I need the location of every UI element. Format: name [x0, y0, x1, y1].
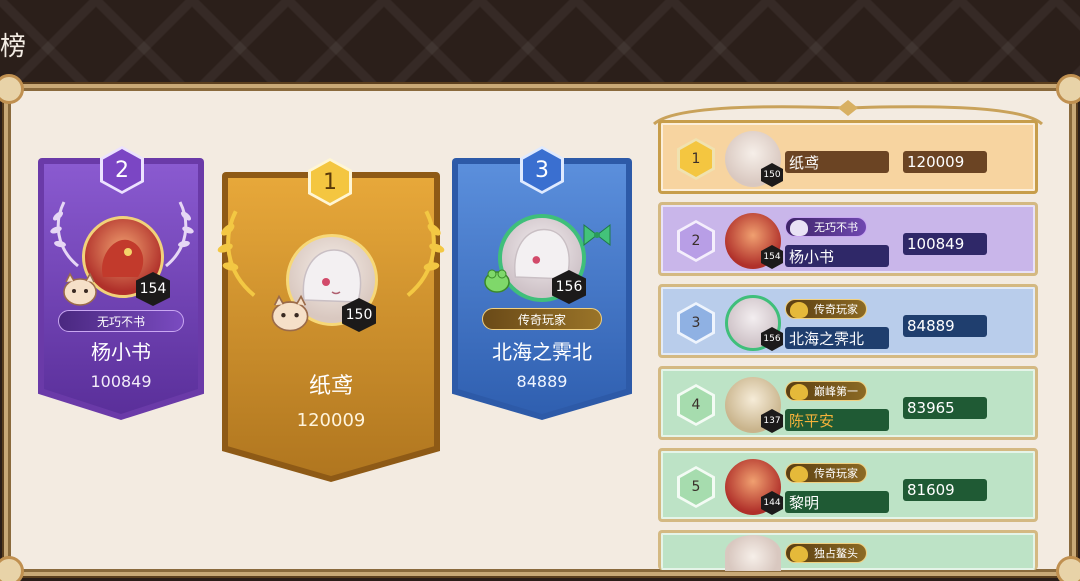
- rank-badge: 2: [677, 220, 715, 262]
- cat-mascot-icon: [63, 272, 97, 306]
- rank-badge: 4: [677, 384, 715, 426]
- green-frog-icon: [484, 269, 510, 293]
- player-score: 81609: [903, 479, 987, 501]
- player-name: 纸鸢: [785, 151, 889, 173]
- rank-number: 1: [311, 161, 349, 203]
- rank-number: 5: [680, 469, 712, 505]
- rank-number: 1: [680, 141, 712, 177]
- title-tag: 传奇玩家: [482, 308, 602, 330]
- list-row-5[interactable]: 5 144 传奇玩家 黎明 81609: [658, 448, 1038, 522]
- rank-badge: 1: [677, 138, 715, 180]
- rank-badge: 3: [677, 302, 715, 344]
- player-name: 陈平安: [785, 409, 889, 431]
- list-row-3[interactable]: 3 156 传奇玩家 北海之霁北 84889: [658, 284, 1038, 358]
- gold-ingot-icon: [790, 302, 808, 318]
- player-score: 84889: [903, 315, 987, 337]
- title-tag-label: 传奇玩家: [814, 467, 858, 480]
- header-band: [0, 0, 1080, 92]
- player-name: 黎明: [785, 491, 889, 513]
- laurel-left-icon: [217, 210, 256, 297]
- player-avatar: [725, 535, 781, 571]
- corner-ornament: [1056, 74, 1080, 104]
- title-tag-label: 无巧不书: [96, 314, 145, 329]
- rank-number: 3: [523, 149, 561, 191]
- title-tag-label: 独占鳌头: [814, 547, 858, 560]
- player-score: 100849: [90, 372, 152, 391]
- rank-number: 2: [103, 149, 141, 191]
- player-name: 杨小书: [785, 245, 889, 267]
- player-name: 北海之霁北: [785, 327, 889, 349]
- title-tag-label: 巅峰第一: [814, 385, 858, 398]
- player-score: 100849: [903, 233, 987, 255]
- podium-third[interactable]: 3 156 传奇玩家 北海之霁北 84889: [452, 146, 632, 420]
- player-score: 120009: [296, 410, 366, 431]
- player-score: 120009: [903, 151, 987, 173]
- player-name: 杨小书: [91, 340, 151, 364]
- title-tag: 无巧不书: [58, 310, 184, 332]
- title-tag: 无巧不书: [785, 217, 867, 237]
- title-tag: 巅峰第一: [785, 381, 867, 401]
- title-tag: 传奇玩家: [785, 463, 867, 483]
- player-score: 84889: [516, 372, 568, 391]
- title-tag-label: 传奇玩家: [517, 312, 566, 327]
- list-row-2[interactable]: 2 154 无巧不书 杨小书 100849: [658, 202, 1038, 276]
- corner-ornament: [0, 556, 24, 581]
- page-title: 榜: [0, 32, 27, 62]
- rank-number: 2: [680, 223, 712, 259]
- player-name: 北海之霁北: [492, 340, 592, 364]
- rank-badge: 5: [677, 466, 715, 508]
- gold-ingot-icon: [790, 384, 808, 400]
- list-row-4[interactable]: 4 137 巅峰第一 陈平安 83965: [658, 366, 1038, 440]
- title-tag-label: 传奇玩家: [814, 303, 858, 316]
- podium-first[interactable]: 1 150 纸鸢 120009: [217, 158, 445, 482]
- rank-number: 4: [680, 387, 712, 423]
- rank-number: 3: [680, 305, 712, 341]
- green-bow-icon: [583, 223, 611, 247]
- corner-ornament: [0, 74, 24, 104]
- laurel-right-icon: [406, 210, 445, 297]
- corner-ornament: [1056, 556, 1080, 581]
- list-row-1[interactable]: 1 150 纸鸢 120009: [658, 120, 1038, 194]
- book-icon: [790, 220, 808, 236]
- title-tag: 传奇玩家: [785, 299, 867, 319]
- title-tag-label: 无巧不书: [814, 221, 858, 234]
- podium-second[interactable]: 2 154 无巧不书 杨小书 100849: [38, 146, 204, 420]
- player-score: 83965: [903, 397, 987, 419]
- gold-ingot-icon: [790, 466, 808, 482]
- player-name: 纸鸢: [308, 374, 353, 399]
- gold-ingot-icon: [790, 546, 808, 562]
- cat-mascot-icon: [271, 294, 309, 332]
- title-tag: 独占鳌头: [785, 543, 867, 563]
- list-row-6[interactable]: 独占鳌头: [658, 530, 1038, 571]
